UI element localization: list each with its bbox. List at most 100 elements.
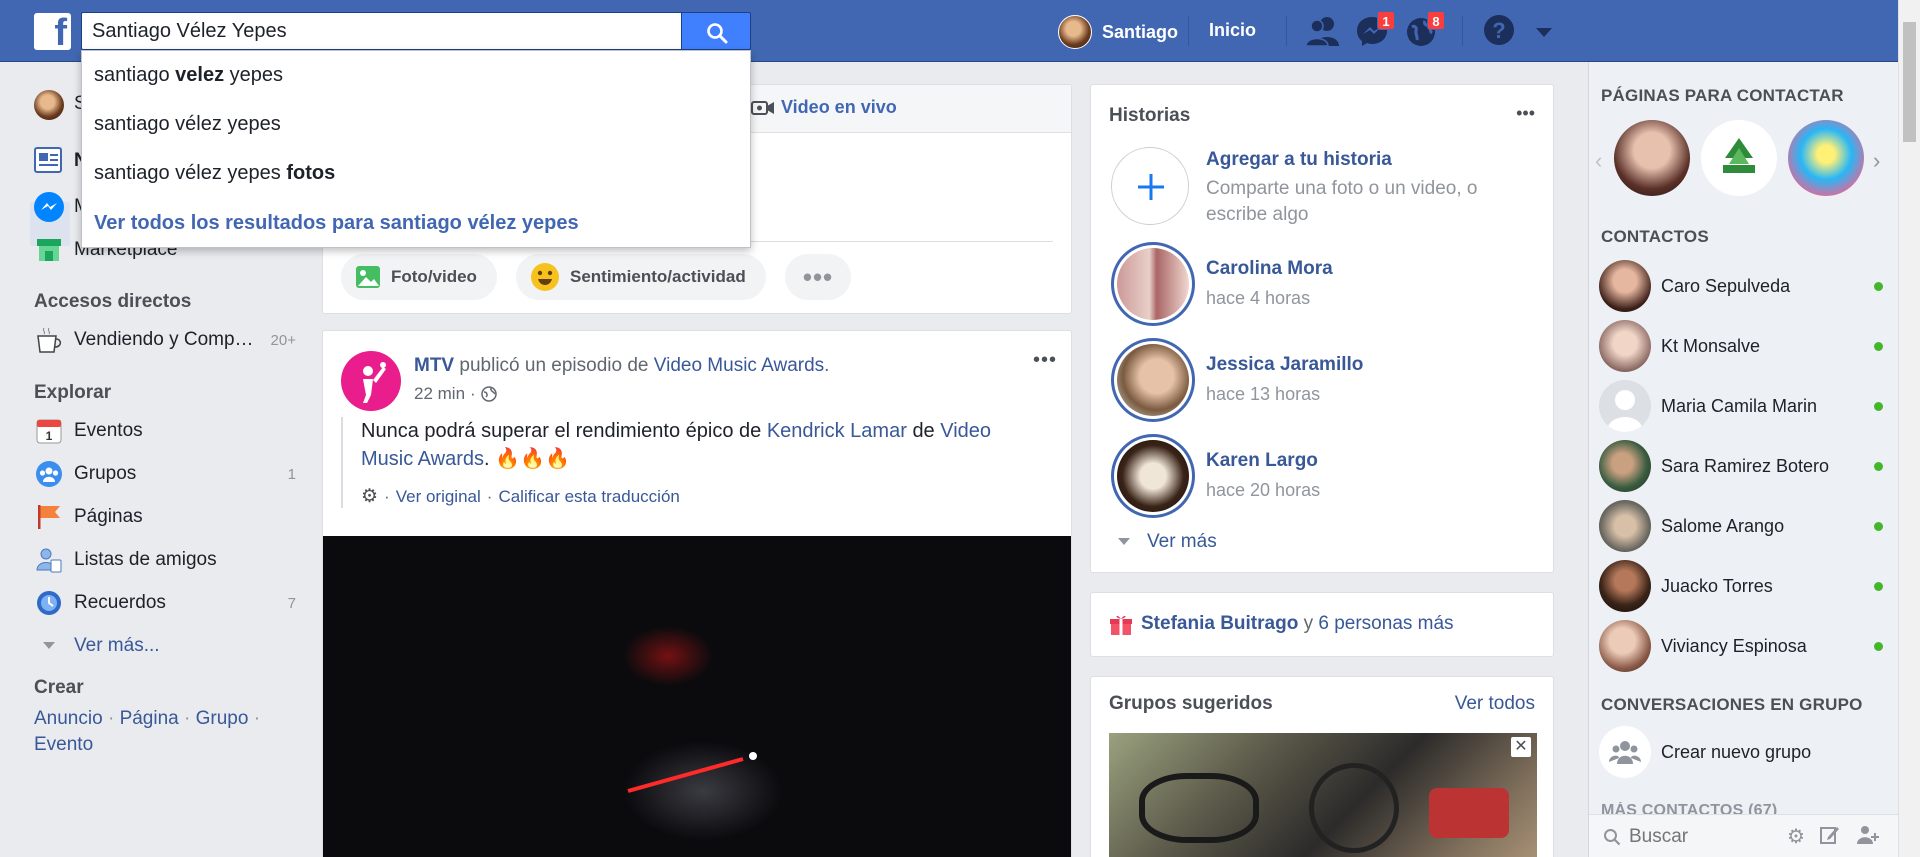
photo-video-button[interactable]: Foto/video <box>341 254 497 300</box>
contact-item[interactable]: Juacko Torres <box>1599 560 1889 612</box>
create-heading: Crear <box>34 677 84 698</box>
avatar <box>1599 500 1651 552</box>
chevron-left-icon[interactable]: ‹ <box>1595 148 1602 174</box>
feeling-activity-button[interactable]: Sentimiento/actividad <box>516 254 766 300</box>
gift-icon <box>1109 613 1133 642</box>
contacts-heading: CONTACTOS <box>1601 227 1709 246</box>
memories-clock-icon <box>34 588 64 618</box>
messenger-icon[interactable] <box>34 192 64 222</box>
search-suggestion[interactable]: santiago vélez yepes <box>94 113 281 136</box>
post-options-icon[interactable]: ••• <box>1033 349 1057 372</box>
facebook-logo[interactable]: f <box>34 12 71 54</box>
pages-to-contact-heading: PÁGINAS PARA CONTACTAR <box>1601 86 1844 105</box>
stories-see-more[interactable]: Ver más <box>1117 531 1217 553</box>
post-text: Nunca podrá superar el rendimiento épico… <box>361 420 992 470</box>
avatar <box>1599 380 1651 432</box>
story-avatar[interactable] <box>1111 434 1195 518</box>
facebook-logo-letter: f <box>54 12 67 54</box>
create-event-link[interactable]: Evento <box>34 734 93 755</box>
see-all-results-link[interactable]: Ver todos los resultados para santiago v… <box>94 212 579 235</box>
contact-item[interactable]: Sara Ramirez Botero <box>1599 440 1889 492</box>
create-ad-link[interactable]: Anuncio <box>34 708 103 729</box>
suggested-groups-card: Grupos sugeridos Ver todos ✕ <box>1090 676 1554 857</box>
sidebar-item-eventos[interactable]: 1 Eventos <box>34 415 296 447</box>
mtv-avatar[interactable] <box>341 351 401 411</box>
search-suggestion[interactable]: santiago velez yepes <box>94 64 283 87</box>
avatar <box>1599 620 1651 672</box>
mention-link[interactable]: Kendrick Lamar <box>767 420 907 442</box>
help-icon[interactable]: ? <box>1482 13 1516 52</box>
chevron-down-icon[interactable] <box>1535 24 1553 44</box>
birthday-others-link[interactable]: 6 personas más <box>1318 613 1453 634</box>
page-avatar[interactable] <box>1614 120 1690 196</box>
create-group-button[interactable]: Crear nuevo grupo <box>1599 726 1889 778</box>
gear-icon[interactable]: ⚙ <box>361 485 378 508</box>
news-feed-icon[interactable] <box>34 147 62 173</box>
add-story-title[interactable]: Agregar a tu historia <box>1206 149 1392 171</box>
sidebar-see-more[interactable]: Ver más... <box>34 630 296 662</box>
page-avatar[interactable] <box>1788 120 1864 196</box>
friend-requests-icon[interactable] <box>1305 14 1341 53</box>
story-avatar[interactable] <box>1111 338 1195 422</box>
svg-text:1: 1 <box>46 429 53 443</box>
video-laser <box>627 752 757 793</box>
search-suggestion[interactable]: santiago vélez yepes fotos <box>94 162 335 185</box>
create-group-link[interactable]: Grupo <box>196 708 249 729</box>
composer-more-button[interactable]: ••• <box>785 254 851 300</box>
search-button[interactable] <box>681 12 751 50</box>
chat-search-input[interactable] <box>1629 824 1779 850</box>
avatar <box>1599 440 1651 492</box>
tab-live-video[interactable]: Video en vivo <box>751 97 897 118</box>
add-story-button[interactable] <box>1111 147 1189 225</box>
post-show-link[interactable]: Video Music Awards <box>654 355 824 376</box>
chevron-right-icon[interactable]: › <box>1873 148 1880 174</box>
globe-icon <box>480 386 497 402</box>
search-input[interactable] <box>81 12 681 50</box>
see-all-groups-link[interactable]: Ver todos <box>1455 693 1535 715</box>
contact-item[interactable]: Caro Sepulveda <box>1599 260 1889 312</box>
post-header: MTV publicó un episodio de Video Music A… <box>414 355 830 376</box>
divider <box>1188 16 1189 46</box>
sidebar-item-paginas[interactable]: Páginas <box>34 501 296 533</box>
birthday-name-link[interactable]: Stefania Buitrago <box>1141 613 1298 634</box>
sidebar-item-recuerdos[interactable]: Recuerdos 7 <box>34 587 296 619</box>
post-video[interactable] <box>323 536 1071 857</box>
motorcycle-wheel-shape <box>1309 763 1399 853</box>
new-group-icon[interactable] <box>1855 824 1881 851</box>
calendar-icon: 1 <box>34 416 64 446</box>
shortcut-count: 20+ <box>270 331 296 349</box>
chevron-down-icon <box>1118 538 1130 545</box>
sidebar-item-shortcut[interactable]: Vendiendo y Comp… 20+ <box>34 324 296 356</box>
view-original-link[interactable]: Ver original <box>396 487 481 507</box>
group-cover-image[interactable] <box>1109 733 1537 857</box>
avatar[interactable] <box>34 90 64 120</box>
story-name[interactable]: Jessica Jaramillo <box>1206 354 1363 376</box>
marketplace-icon <box>34 235 64 265</box>
divider <box>1286 16 1287 46</box>
page-avatar[interactable] <box>1701 120 1777 196</box>
scrollbar-thumb[interactable] <box>1903 22 1916 142</box>
add-story-subtitle: Comparte una foto o un video, o escribe … <box>1206 178 1478 225</box>
contact-item[interactable]: Salome Arango <box>1599 500 1889 552</box>
compose-icon[interactable] <box>1819 824 1841 851</box>
contact-item[interactable]: Kt Monsalve <box>1599 320 1889 372</box>
gear-icon[interactable]: ⚙ <box>1787 824 1805 849</box>
post-timestamp[interactable]: 22 min <box>414 384 465 404</box>
post-author-link[interactable]: MTV <box>414 355 454 376</box>
page-scrollbar[interactable] <box>1898 0 1920 857</box>
contact-item[interactable]: Maria Camila Marin <box>1599 380 1889 432</box>
story-name[interactable]: Carolina Mora <box>1206 258 1333 280</box>
story-avatar[interactable] <box>1111 242 1195 326</box>
close-icon[interactable]: ✕ <box>1511 737 1531 757</box>
story-name[interactable]: Karen Largo <box>1206 450 1318 472</box>
stories-options-icon[interactable]: ••• <box>1516 103 1535 124</box>
svg-text:?: ? <box>1492 18 1505 43</box>
rate-translation-link[interactable]: Calificar esta traducción <box>498 487 679 507</box>
sidebar-item-grupos[interactable]: Grupos 1 <box>34 458 296 490</box>
nav-home-link[interactable]: Inicio <box>1209 20 1256 41</box>
online-indicator <box>1874 281 1883 291</box>
nav-profile-link[interactable]: Santiago <box>1058 14 1178 50</box>
contact-item[interactable]: Viviancy Espinosa <box>1599 620 1889 672</box>
create-page-link[interactable]: Página <box>120 708 179 729</box>
sidebar-item-listas[interactable]: Listas de amigos <box>34 544 296 576</box>
